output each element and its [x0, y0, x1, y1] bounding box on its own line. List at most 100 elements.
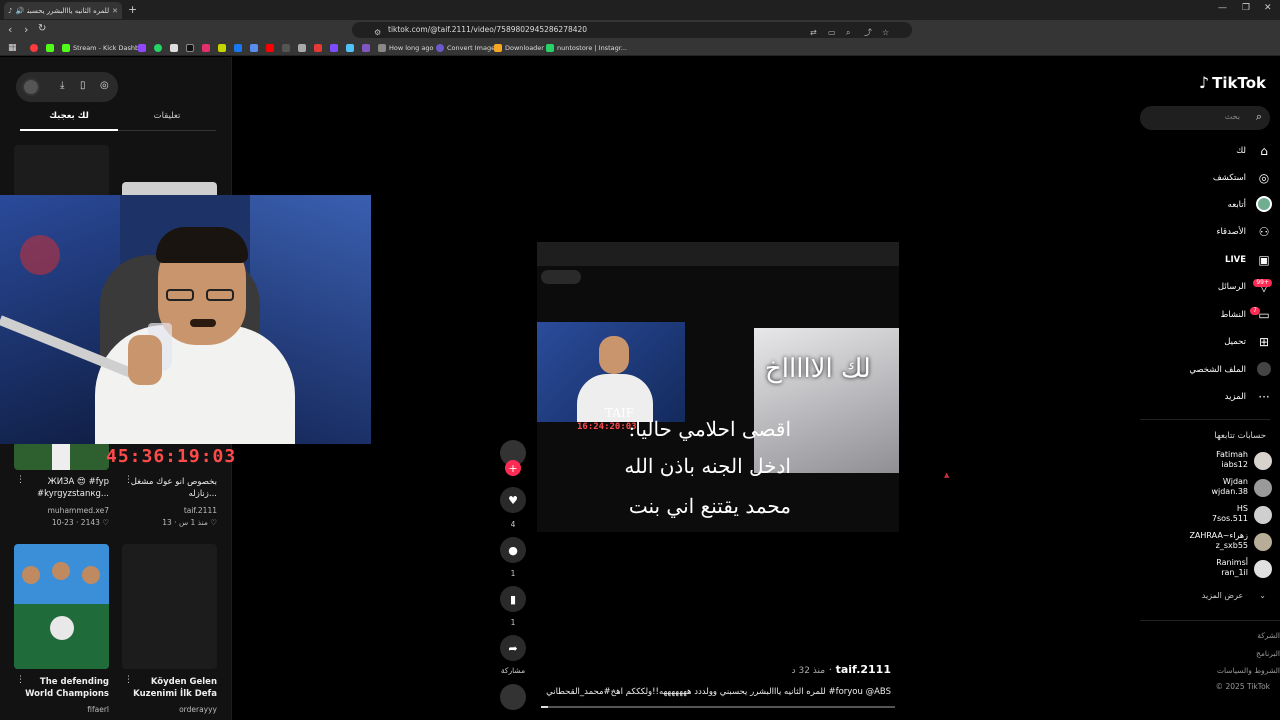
bookmark-icon[interactable]	[30, 42, 38, 54]
nav-profile[interactable]: الملف الشخصي	[1142, 360, 1272, 380]
bookmark-icon[interactable]	[298, 42, 306, 54]
tiktok-logo[interactable]: ♪ TikTok	[1199, 73, 1266, 92]
reload-icon[interactable]: ↻	[38, 23, 46, 34]
tab-comments[interactable]: تعليقات	[118, 111, 216, 121]
avatar	[1254, 479, 1272, 497]
bookmark-icon[interactable]	[170, 42, 178, 54]
friends-icon: ⚇	[1258, 225, 1270, 239]
nav-for-you[interactable]: لك ⌂	[1142, 141, 1272, 161]
bookmark-icon[interactable]	[250, 42, 258, 54]
bookmark-icon[interactable]	[46, 42, 54, 54]
nav-upload[interactable]: تحميل ⊞	[1142, 332, 1272, 352]
author-name[interactable]: taif.2111	[836, 663, 891, 676]
heart-icon: ♥	[508, 493, 518, 507]
bookmark-icon[interactable]	[314, 42, 322, 54]
video-progress-bar[interactable]	[541, 706, 895, 708]
back-icon[interactable]: ‹	[8, 23, 12, 36]
compass-icon[interactable]: ◎	[100, 80, 109, 91]
restore-icon[interactable]: ❐	[1242, 3, 1250, 13]
bookmark-icon[interactable]	[346, 42, 354, 54]
nav-live[interactable]: LIVE ▣	[1142, 250, 1272, 270]
cursor-mark: ▲	[944, 471, 950, 479]
share-label: مشاركة	[500, 666, 526, 675]
card-title[interactable]: The defending World Champions	[14, 676, 109, 700]
card-title[interactable]: ЖИЗА 😍 #fyp #kyrgyzstanкg...	[14, 476, 109, 500]
video-tools-pill: ⤓ ▯ ◎	[16, 72, 118, 102]
bookmark-icon[interactable]	[154, 42, 162, 54]
tiktok-favicon-icon: ♪	[8, 6, 13, 15]
bookmark-icon[interactable]	[138, 42, 146, 54]
browser-tab[interactable]: ♪ 🔊 للمره الثانيه يااالبشرر يحسبني وا ✕	[4, 2, 122, 19]
video-author-line: منذ 32 د · taif.2111	[791, 663, 891, 676]
nav-explore[interactable]: استكشف ◎	[1142, 168, 1272, 188]
card-stats: منذ 1 س · 13 ♡	[162, 518, 217, 527]
cast-icon[interactable]: ▭	[828, 25, 836, 41]
footer-program[interactable]: البرنامج	[1256, 649, 1280, 658]
creator-avatar[interactable]	[22, 78, 40, 96]
card-author[interactable]: muhammed.xe7	[14, 506, 109, 515]
card-title[interactable]: بخصوص انو عوك مشغل زنازله...	[122, 476, 217, 500]
nav-messages[interactable]: الرسائل ▽	[1142, 277, 1272, 297]
card-author[interactable]: taif.2111	[122, 506, 217, 515]
bookmark-nuntostore[interactable]: nuntostore | Instagr...	[546, 42, 627, 54]
following-account[interactable]: Wjdan wjdan.38	[1144, 476, 1274, 502]
divider	[1140, 620, 1280, 621]
bookmark-downloader[interactable]: Downloader	[494, 42, 544, 54]
nav-friends[interactable]: الأصدقاء ⚇	[1142, 222, 1272, 242]
bookmark-icon[interactable]	[282, 42, 290, 54]
following-account[interactable]: HS 7sos.511	[1144, 503, 1274, 529]
device-icon[interactable]: ▯	[80, 80, 86, 91]
video-thumbnail[interactable]	[14, 544, 109, 669]
save-count: 1	[510, 618, 516, 627]
see-more-button[interactable]: عرض المزيد ⌄	[1202, 591, 1266, 600]
video-player[interactable]: TAIF 16:24:20:03 لك الاااااخ اقصى احلامي…	[537, 242, 899, 532]
music-disc-button[interactable]	[500, 684, 526, 710]
like-button[interactable]: ♥	[500, 487, 526, 513]
star-icon[interactable]: ☆	[882, 25, 889, 41]
forward-icon[interactable]: ›	[24, 23, 28, 36]
share-button[interactable]: ➦	[500, 635, 526, 661]
bookmark-icon[interactable]	[186, 42, 194, 54]
bookmark-icon[interactable]	[266, 42, 274, 54]
nav-more[interactable]: المزيد ···	[1142, 387, 1272, 407]
bookmark-icon[interactable]	[218, 42, 226, 54]
video-thumbnail[interactable]	[14, 442, 109, 470]
apps-grid-icon[interactable]: ▦	[8, 42, 17, 54]
bookmark-icon[interactable]	[330, 42, 338, 54]
translate-icon[interactable]: ⇄	[810, 25, 817, 41]
following-account[interactable]: Ranimsأ ran_1il	[1144, 557, 1274, 583]
minimize-icon[interactable]: —	[1218, 3, 1227, 13]
footer-copyright: © 2025 TikTok	[1215, 682, 1270, 691]
footer-terms[interactable]: الشروط والسياسات	[1217, 666, 1280, 675]
comment-button[interactable]: ●	[500, 537, 526, 563]
card-author[interactable]: fifaerl	[14, 705, 109, 714]
save-button[interactable]: ▮	[500, 586, 526, 612]
new-tab-button[interactable]: +	[128, 3, 137, 16]
bookmark-convert-image[interactable]: Convert Image	[436, 42, 495, 54]
close-tab-icon[interactable]: ✕	[112, 7, 118, 15]
following-account[interactable]: Fatimah iabs12	[1144, 449, 1274, 475]
bookmark-icon[interactable]	[202, 42, 210, 54]
footer-company[interactable]: الشركة	[1257, 631, 1280, 640]
download-icon[interactable]: ⤓	[60, 80, 64, 91]
bookmark-icon[interactable]	[234, 42, 242, 54]
card-title[interactable]: Köyden Gelen Kuzenimi İlk Defa	[122, 676, 217, 700]
video-thumbnail[interactable]	[122, 544, 217, 669]
following-account[interactable]: ZAHRAA~زهراء z_sxb55	[1144, 530, 1274, 556]
bookmark-how-long-ago[interactable]: How long ago	[378, 42, 433, 54]
bookmark-icon[interactable]	[362, 42, 370, 54]
speaker-icon[interactable]: 🔊	[15, 7, 24, 15]
url-field[interactable]: ⚙ tiktok.com/@taif.2111/video/7589802945…	[352, 22, 912, 38]
nav-following[interactable]: أتابعه	[1142, 195, 1272, 215]
close-window-icon[interactable]: ✕	[1264, 3, 1272, 13]
search-input[interactable]: بحث ⌕	[1140, 106, 1270, 130]
follow-plus-icon[interactable]: +	[505, 460, 521, 476]
bookmark-kick[interactable]: Stream - Kick Dashb...	[62, 42, 145, 54]
browser-tab-bar: ♪ 🔊 للمره الثانيه يااالبشرر يحسبني وا ✕ …	[0, 0, 1280, 20]
tab-for-you[interactable]: لك بعجبك	[20, 111, 118, 121]
search-icon[interactable]: ⌕	[1256, 110, 1262, 124]
card-author[interactable]: orderayyy	[122, 705, 217, 714]
site-info-icon[interactable]: ⚙	[374, 25, 381, 41]
zoom-icon[interactable]: ⌕	[846, 25, 850, 41]
share-icon[interactable]: ⤴	[864, 25, 872, 41]
